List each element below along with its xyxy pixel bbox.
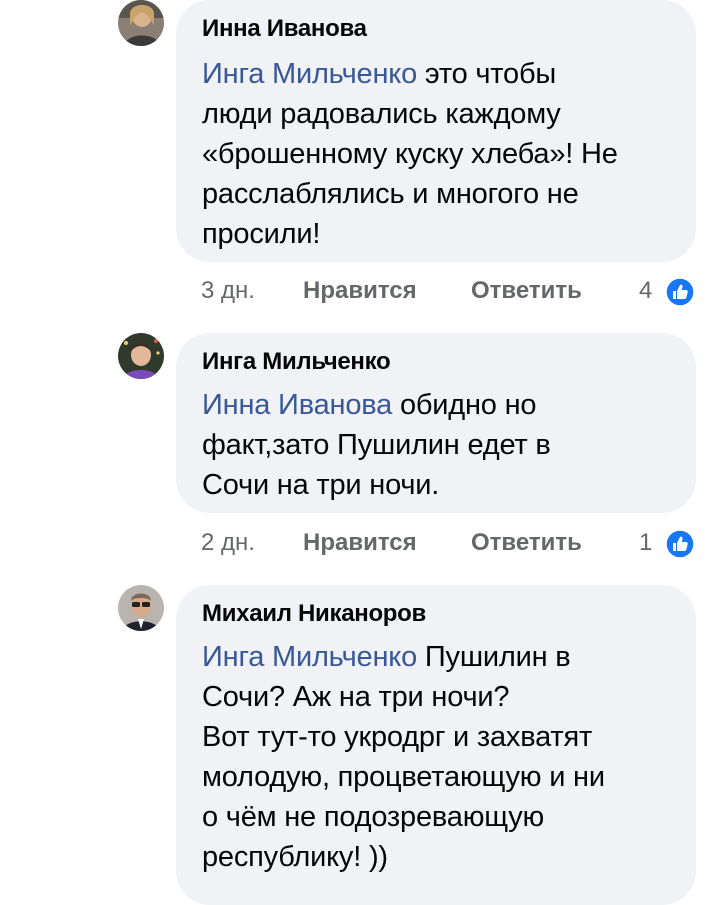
- comment-text-segment: обидно но: [399, 389, 537, 421]
- mention-link[interactable]: Инга Мильченко: [202, 641, 417, 673]
- comment-line: молодую, процветающую и ни: [202, 761, 605, 793]
- avatar[interactable]: [118, 585, 164, 631]
- comment-timestamp[interactable]: 3 дн.: [201, 274, 255, 308]
- reaction-count: 4: [639, 277, 653, 304]
- comment-actions: 2 дн. Нравится Ответить 1: [201, 526, 701, 560]
- comment-line: факт,зато Пушилин едет в: [202, 429, 551, 461]
- comment-line: Инга Мильченко Пушилин в: [202, 637, 672, 677]
- comment-line: Вот тут-то укродрг и захватят: [202, 721, 593, 753]
- reply-button[interactable]: Ответить: [471, 526, 582, 560]
- comment-actions: 3 дн. Нравится Ответить 4: [201, 274, 701, 308]
- comment-text: Инна Иванова обидно но факт,зато Пушилин…: [202, 385, 672, 505]
- comment-text-segment: Пушилин в: [424, 641, 571, 673]
- comment-line: Инга Мильченко это чтобы: [202, 54, 672, 94]
- comment-line: Инна Иванова обидно но: [202, 385, 672, 425]
- like-thumb-icon: [665, 529, 695, 559]
- comment-author[interactable]: Инна Иванова: [202, 14, 672, 44]
- reaction-count: 1: [639, 529, 653, 556]
- comment-bubble: Инга Мильченко Инна Иванова обидно но фа…: [176, 333, 696, 513]
- comment-line: Сочи на три ночи.: [202, 469, 440, 501]
- avatar[interactable]: [118, 333, 164, 379]
- like-thumb-icon: [665, 277, 695, 307]
- comment-timestamp[interactable]: 2 дн.: [201, 526, 255, 560]
- comment-line: люди радовались каждому: [202, 98, 561, 130]
- comment-author[interactable]: Михаил Никаноров: [202, 599, 672, 629]
- comment-line: республику! )): [202, 841, 388, 873]
- comment-text-segment: это чтобы: [424, 58, 557, 90]
- comment-line: расслаблялись и многого не: [202, 178, 579, 210]
- avatar[interactable]: [118, 0, 164, 46]
- comment-line: Сочи? Аж на три ночи?: [202, 681, 510, 713]
- comment-bubble: Михаил Никаноров Инга Мильченко Пушилин …: [176, 585, 696, 905]
- comment-bubble: Инна Иванова Инга Мильченко это чтобы лю…: [176, 0, 696, 262]
- like-button[interactable]: Нравится: [303, 526, 417, 560]
- reply-button[interactable]: Ответить: [471, 274, 582, 308]
- comment-text: Инга Мильченко Пушилин в Сочи? Аж на три…: [202, 637, 672, 877]
- comment-author[interactable]: Инга Мильченко: [202, 347, 672, 377]
- mention-link[interactable]: Инна Иванова: [202, 389, 392, 421]
- like-button[interactable]: Нравится: [303, 274, 417, 308]
- comment-line: «брошенному куску хлеба»! Не: [202, 138, 618, 170]
- comment-line: о чём не подозревающую: [202, 801, 545, 833]
- comment-text: Инга Мильченко это чтобы люди радовались…: [202, 54, 672, 254]
- comment-line: просили!: [202, 218, 321, 250]
- mention-link[interactable]: Инга Мильченко: [202, 58, 417, 90]
